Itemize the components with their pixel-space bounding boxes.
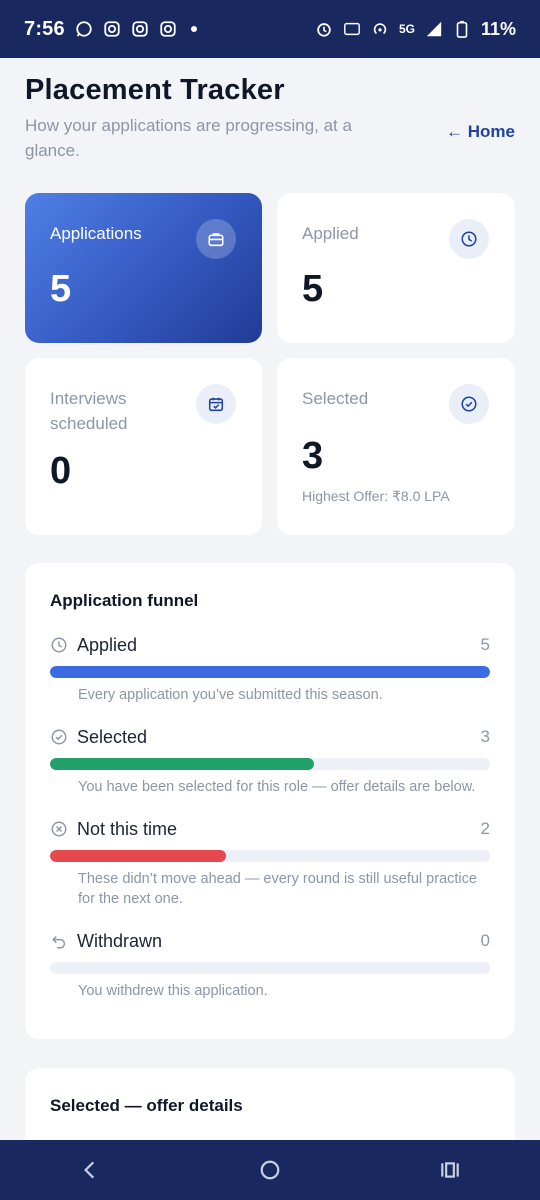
- progress-track: [50, 666, 490, 678]
- progress-fill: [50, 666, 490, 678]
- instagram-icon: [132, 21, 148, 37]
- check-circle-icon: [449, 384, 489, 424]
- system-nav-bar: [0, 1140, 540, 1200]
- back-icon[interactable]: [79, 1159, 101, 1181]
- funnel-item-count: 0: [480, 931, 490, 950]
- status-bar: 7:56 5G 11%: [0, 0, 540, 58]
- stat-card-applications: Applications 5: [25, 193, 262, 343]
- network-type: 5G: [398, 22, 415, 36]
- funnel-item-description: You withdrew this application.: [78, 983, 268, 999]
- signal-icon: [426, 21, 442, 37]
- offer-section-title: Selected — offer details: [50, 1096, 243, 1115]
- clock-icon: [51, 637, 67, 653]
- stat-card-interviews: Interviews scheduled 0: [25, 358, 262, 535]
- funnel-item-count: 2: [480, 819, 490, 838]
- whatsapp-icon: [76, 21, 92, 37]
- instagram-icon: [104, 21, 120, 37]
- stat-label: Interviews scheduled: [50, 389, 128, 433]
- hotspot-icon: [373, 23, 387, 35]
- offer-details-card: Selected — offer details: [25, 1068, 515, 1140]
- notification-dot: [190, 26, 197, 32]
- undo-icon: [52, 935, 66, 949]
- progress-track: [50, 850, 490, 862]
- page-header: Placement Tracker How your applications …: [25, 74, 515, 163]
- funnel-item-description: You have been selected for this role — o…: [78, 779, 476, 795]
- recents-icon[interactable]: [439, 1159, 461, 1181]
- application-funnel-card: Application funnel Applied 5 Every appli…: [25, 563, 515, 1039]
- page-subtitle: How your applications are progressing, a…: [25, 116, 352, 160]
- funnel-item-applied: Applied 5 Every application you’ve submi…: [50, 633, 490, 705]
- progress-track: [50, 758, 490, 770]
- stat-card-applied: Applied 5: [277, 193, 515, 343]
- funnel-item-not-this-time: Not this time 2 These didn’t move ahead …: [50, 817, 490, 909]
- page-title: Placement Tracker: [25, 74, 285, 106]
- funnel-item-label: Not this time: [77, 818, 178, 839]
- funnel-item-count: 3: [480, 727, 490, 746]
- funnel-item-description: Every application you’ve submitted this …: [78, 687, 383, 703]
- progress-fill: [50, 758, 314, 770]
- stat-value: 5: [50, 268, 72, 310]
- funnel-item-label: Selected: [77, 726, 148, 747]
- progress-fill: [50, 850, 226, 862]
- volte-icon: [344, 22, 360, 36]
- funnel-item-label: Applied: [77, 634, 138, 655]
- home-circle-icon[interactable]: [259, 1159, 281, 1181]
- instagram-icon: [160, 21, 176, 37]
- main-content: Placement Tracker How your applications …: [0, 58, 540, 1140]
- funnel-item-description: These didn’t move ahead — every round is…: [78, 871, 477, 907]
- briefcase-icon: [196, 219, 236, 259]
- highest-offer-note: Highest Offer: ₹8.0 LPA: [302, 488, 450, 504]
- funnel-item-count: 5: [480, 635, 490, 654]
- calendar-icon: [196, 384, 236, 424]
- x-circle-icon: [51, 821, 67, 837]
- funnel-title: Application funnel: [50, 591, 199, 610]
- stat-card-selected: Selected 3 Highest Offer: ₹8.0 LPA: [277, 358, 515, 535]
- stat-value: 5: [302, 268, 324, 310]
- clock-icon: [449, 219, 489, 259]
- funnel-item-label: Withdrawn: [77, 930, 163, 951]
- battery-icon: [456, 20, 468, 38]
- battery-level: 11%: [480, 18, 516, 39]
- funnel-item-selected: Selected 3 You have been selected for th…: [50, 725, 490, 797]
- funnel-item-withdrawn: Withdrawn 0 You withdrew this applicatio…: [50, 929, 490, 1001]
- funnel-list: Applied 5 Every application you’ve submi…: [50, 633, 490, 1001]
- status-time: 7:56: [24, 17, 65, 40]
- stat-value: 0: [50, 450, 72, 492]
- progress-track: [50, 962, 490, 974]
- alarm-icon: [317, 23, 331, 37]
- stat-value: 3: [302, 435, 324, 477]
- check-circle-icon: [51, 729, 67, 745]
- home-link[interactable]: ← Home: [446, 122, 515, 142]
